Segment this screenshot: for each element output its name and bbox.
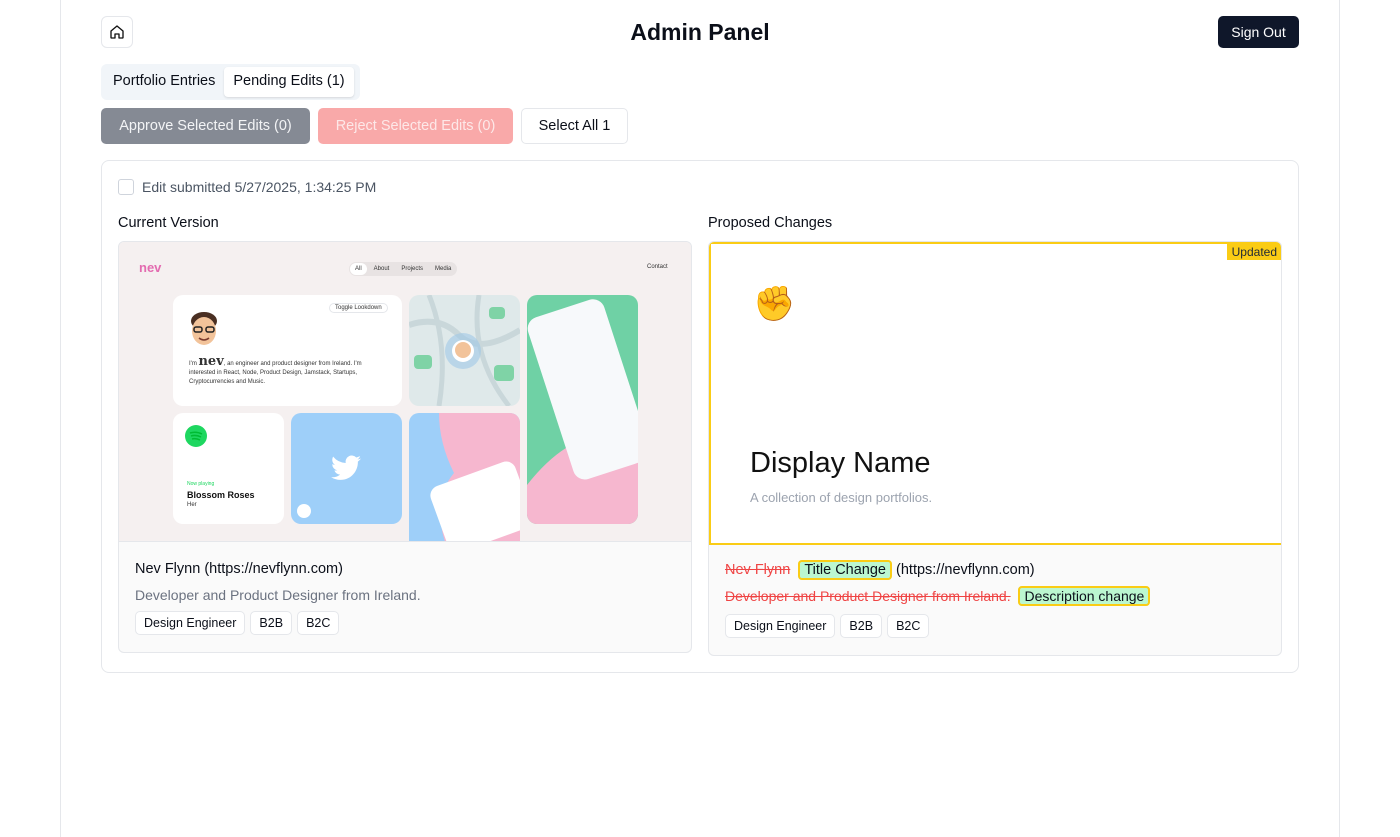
select-all-button[interactable]: Select All 1: [521, 108, 628, 144]
preview-illustration-tile: [409, 413, 520, 541]
current-name: Nev Flynn: [135, 561, 201, 577]
tab-pending-edits[interactable]: Pending Edits (1): [224, 67, 354, 97]
updated-badge: Updated: [1226, 244, 1281, 260]
preview-logo: nev: [139, 260, 162, 275]
tag: B2B: [250, 611, 293, 635]
preview-nav-item: Projects: [401, 266, 424, 272]
twitter-icon: [331, 455, 361, 480]
preview-nav-item: All: [350, 263, 367, 275]
preview-contact: Contact: [647, 264, 668, 270]
preview-nav-item: About: [373, 266, 390, 272]
tagline: A collection of design portfolios.: [750, 490, 933, 505]
preview-bio-name: nev: [198, 354, 224, 369]
new-name: Title Change: [798, 560, 892, 580]
preview-bio: I'm nev, an engineer and product designe…: [189, 354, 389, 387]
old-name: Nev Flynn: [725, 562, 791, 578]
preview-spotify-tile: Now playing Blossom Roses Her: [173, 413, 284, 524]
spotify-icon: [185, 425, 207, 447]
preview-song: Blossom Roses: [187, 490, 255, 500]
proposed-changes-panel: Updated ✊ Display Name A collection of d…: [708, 241, 1282, 656]
tab-portfolio-entries[interactable]: Portfolio Entries: [104, 67, 224, 97]
old-description: Developer and Product Designer from Irel…: [725, 588, 1011, 604]
reject-selected-button[interactable]: Reject Selected Edits (0): [318, 108, 513, 144]
page-title: Admin Panel: [630, 19, 770, 45]
tag: B2C: [887, 614, 930, 638]
illustration-icon: [430, 413, 520, 541]
preview-nav: All About Projects Media: [349, 262, 458, 276]
tag: B2C: [297, 611, 340, 635]
current-version-panel: nev All About Projects Media Contact Tog…: [118, 241, 692, 653]
map-icon: [409, 295, 520, 406]
tag: B2B: [840, 614, 883, 638]
fist-emoji-icon: ✊: [753, 285, 796, 323]
display-name: Display Name: [750, 447, 931, 479]
avatar-icon: [191, 312, 217, 345]
proposed-description: Developer and Product Designer from Irel…: [725, 586, 1151, 606]
phone-mockup-icon: [527, 299, 638, 524]
proposed-title: Nev Flynn Title Change (https://nevflynn…: [725, 560, 1035, 580]
preview-artist: Her: [187, 502, 197, 508]
new-description: Description change: [1018, 586, 1151, 606]
sign-out-button[interactable]: Sign Out: [1218, 16, 1299, 48]
proposed-url: (https://nevflynn.com): [896, 562, 1035, 578]
approve-selected-button[interactable]: Approve Selected Edits (0): [101, 108, 310, 144]
current-title: Nev Flynn (https://nevflynn.com): [135, 560, 343, 578]
preview-twitter-tile: [291, 413, 402, 524]
current-version-label: Current Version: [118, 215, 219, 231]
proposed-tags: Design Engineer B2B B2C: [725, 614, 930, 638]
tab-bar: Portfolio Entries Pending Edits (1): [101, 64, 360, 100]
preview-map-tile: [409, 295, 520, 406]
preview-bio-prefix: I'm: [189, 361, 197, 367]
arrow-icon: [297, 504, 311, 518]
current-url: (https://nevflynn.com): [204, 561, 343, 577]
preview-bio-tile: Toggle Lookdown I'm nev, an engineer and…: [173, 295, 402, 406]
current-preview-image: nev All About Projects Media Contact Tog…: [119, 242, 691, 542]
tag: Design Engineer: [725, 614, 836, 638]
tag: Design Engineer: [135, 611, 246, 635]
proposed-preview: Updated ✊ Display Name A collection of d…: [709, 242, 1281, 545]
edit-select-checkbox[interactable]: [118, 179, 134, 195]
edit-submitted-text: Edit submitted 5/27/2025, 1:34:25 PM: [142, 179, 377, 195]
current-tags: Design Engineer B2B B2C: [135, 611, 340, 635]
preview-phone-tile: [527, 295, 638, 524]
proposed-changes-label: Proposed Changes: [708, 215, 833, 231]
preview-nav-item: Media: [435, 266, 452, 272]
preview-toggle: Toggle Lookdown: [329, 303, 388, 313]
current-description: Developer and Product Designer from Irel…: [135, 587, 421, 603]
preview-now-playing: Now playing: [187, 481, 215, 487]
